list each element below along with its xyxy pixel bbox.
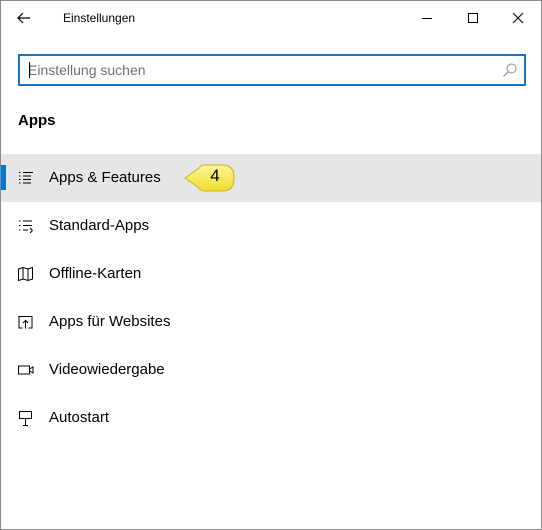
- video-icon: [18, 365, 34, 375]
- nav-item-apps-fuer-websites[interactable]: Apps für Websites: [1, 298, 541, 346]
- search-icon[interactable]: [502, 62, 518, 78]
- nav-item-label: Standard-Apps: [49, 217, 150, 234]
- close-button[interactable]: [495, 1, 541, 35]
- nav-item-label: Autostart: [49, 409, 110, 426]
- maximize-button[interactable]: [450, 1, 496, 35]
- title-bar: Einstellungen: [1, 1, 541, 35]
- startup-icon: [19, 411, 32, 426]
- section-title: Apps: [18, 112, 56, 129]
- settings-window: Einstellungen Apps: [0, 0, 542, 530]
- nav-item-label: Videowiedergabe: [49, 361, 165, 378]
- open-in-app-icon: [18, 316, 33, 329]
- arrow-left-icon: [17, 12, 30, 24]
- nav-item-videowiedergabe[interactable]: Videowiedergabe: [1, 346, 541, 394]
- nav-item-standard-apps[interactable]: Standard-Apps: [1, 202, 541, 250]
- map-icon: [18, 266, 33, 282]
- nav-item-offline-karten[interactable]: Offline-Karten: [1, 250, 541, 298]
- minimize-button[interactable]: [404, 1, 450, 35]
- apps-features-list-icon: [19, 172, 33, 184]
- nav-item-apps-features[interactable]: Apps & Features: [1, 154, 541, 202]
- window-title: Einstellungen: [63, 11, 136, 25]
- default-apps-list-icon: [19, 220, 33, 234]
- close-icon: [512, 12, 524, 24]
- nav-item-autostart[interactable]: Autostart: [1, 394, 541, 442]
- nav-item-label: Apps & Features: [49, 169, 161, 186]
- back-button[interactable]: [7, 3, 41, 33]
- search-input[interactable]: [28, 56, 488, 84]
- maximize-icon: [468, 13, 478, 23]
- minimize-icon: [422, 18, 432, 19]
- text-caret: [29, 62, 30, 78]
- search-box[interactable]: [18, 54, 526, 86]
- step-callout-number: 4: [210, 166, 220, 185]
- nav-item-label: Apps für Websites: [49, 313, 171, 330]
- nav-item-label: Offline-Karten: [49, 265, 142, 282]
- selection-indicator: [1, 165, 6, 190]
